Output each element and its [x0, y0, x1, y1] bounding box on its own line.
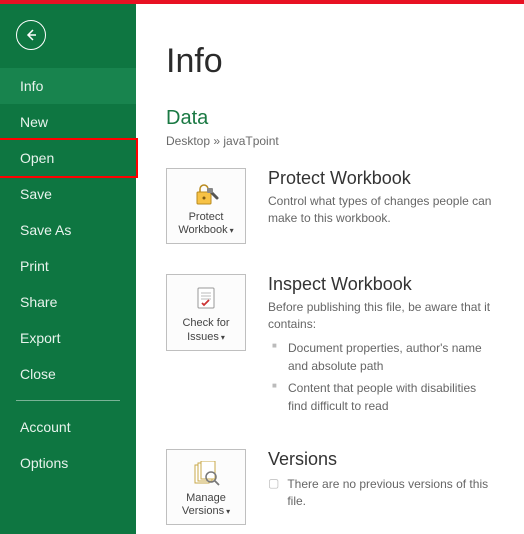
nav-label: Save [20, 186, 52, 202]
backstage-sidebar: Info New Open Save Save As Print Share E… [0, 4, 136, 534]
inspect-title: Inspect Workbook [268, 274, 494, 295]
tile-label: Manage Versions▾ [171, 492, 241, 518]
nav-label: Account [20, 419, 71, 435]
tile-label: Protect Workbook▾ [171, 211, 241, 237]
chevron-down-icon: ▾ [230, 226, 234, 235]
inspect-bullet: Content that people with disabilities fi… [268, 379, 494, 415]
nav-label: Print [20, 258, 49, 274]
versions-icon [190, 460, 222, 488]
check-issues-button[interactable]: Check for Issues▾ [166, 274, 246, 350]
back-button[interactable] [16, 20, 46, 50]
nav-open[interactable]: Open [0, 138, 138, 178]
inspect-bullet: Document properties, author's name and a… [268, 339, 494, 375]
inspect-text: Before publishing this file, be aware th… [268, 299, 494, 333]
section-versions: Manage Versions▾ Versions ▢ There are no… [166, 449, 494, 525]
nav-label: New [20, 114, 48, 130]
arrow-left-icon [23, 27, 39, 43]
lock-icon [190, 179, 222, 207]
document-name: Data [166, 107, 494, 130]
nav-share[interactable]: Share [0, 284, 136, 320]
nav-options[interactable]: Options [0, 445, 136, 481]
nav-label: Save As [20, 222, 71, 238]
document-icon: ▢ [268, 476, 279, 490]
nav-account[interactable]: Account [0, 409, 136, 445]
tile-label: Check for Issues▾ [171, 317, 241, 343]
nav-print[interactable]: Print [0, 248, 136, 284]
nav-label: Export [20, 330, 60, 346]
page-title: Info [166, 42, 494, 81]
document-path: Desktop » javaTpoint [166, 134, 494, 148]
nav-label: Share [20, 294, 57, 310]
nav-export[interactable]: Export [0, 320, 136, 356]
section-inspect: Check for Issues▾ Inspect Workbook Befor… [166, 274, 494, 419]
protect-text: Control what types of changes people can… [268, 193, 494, 227]
nav-close[interactable]: Close [0, 356, 136, 392]
manage-versions-button[interactable]: Manage Versions▾ [166, 449, 246, 525]
nav-save-as[interactable]: Save As [0, 212, 136, 248]
nav-label: Open [20, 150, 54, 166]
chevron-down-icon: ▾ [226, 507, 230, 516]
document-check-icon [190, 285, 222, 313]
content-area: Info Data Desktop » javaTpoint Protect W… [136, 4, 524, 534]
section-protect: Protect Workbook▾ Protect Workbook Contr… [166, 168, 494, 244]
versions-text: There are no previous versions of this f… [287, 476, 494, 510]
top-accent-bar [0, 0, 524, 4]
nav-divider [16, 400, 120, 401]
nav-label: Info [20, 78, 43, 94]
protect-title: Protect Workbook [268, 168, 494, 189]
nav-info[interactable]: Info [0, 68, 136, 104]
versions-title: Versions [268, 449, 494, 470]
inspect-bullets: Document properties, author's name and a… [268, 339, 494, 415]
nav-label: Options [20, 455, 68, 471]
nav-new[interactable]: New [0, 104, 136, 140]
nav-label: Close [20, 366, 56, 382]
nav-save[interactable]: Save [0, 176, 136, 212]
protect-workbook-button[interactable]: Protect Workbook▾ [166, 168, 246, 244]
chevron-down-icon: ▾ [221, 333, 225, 342]
